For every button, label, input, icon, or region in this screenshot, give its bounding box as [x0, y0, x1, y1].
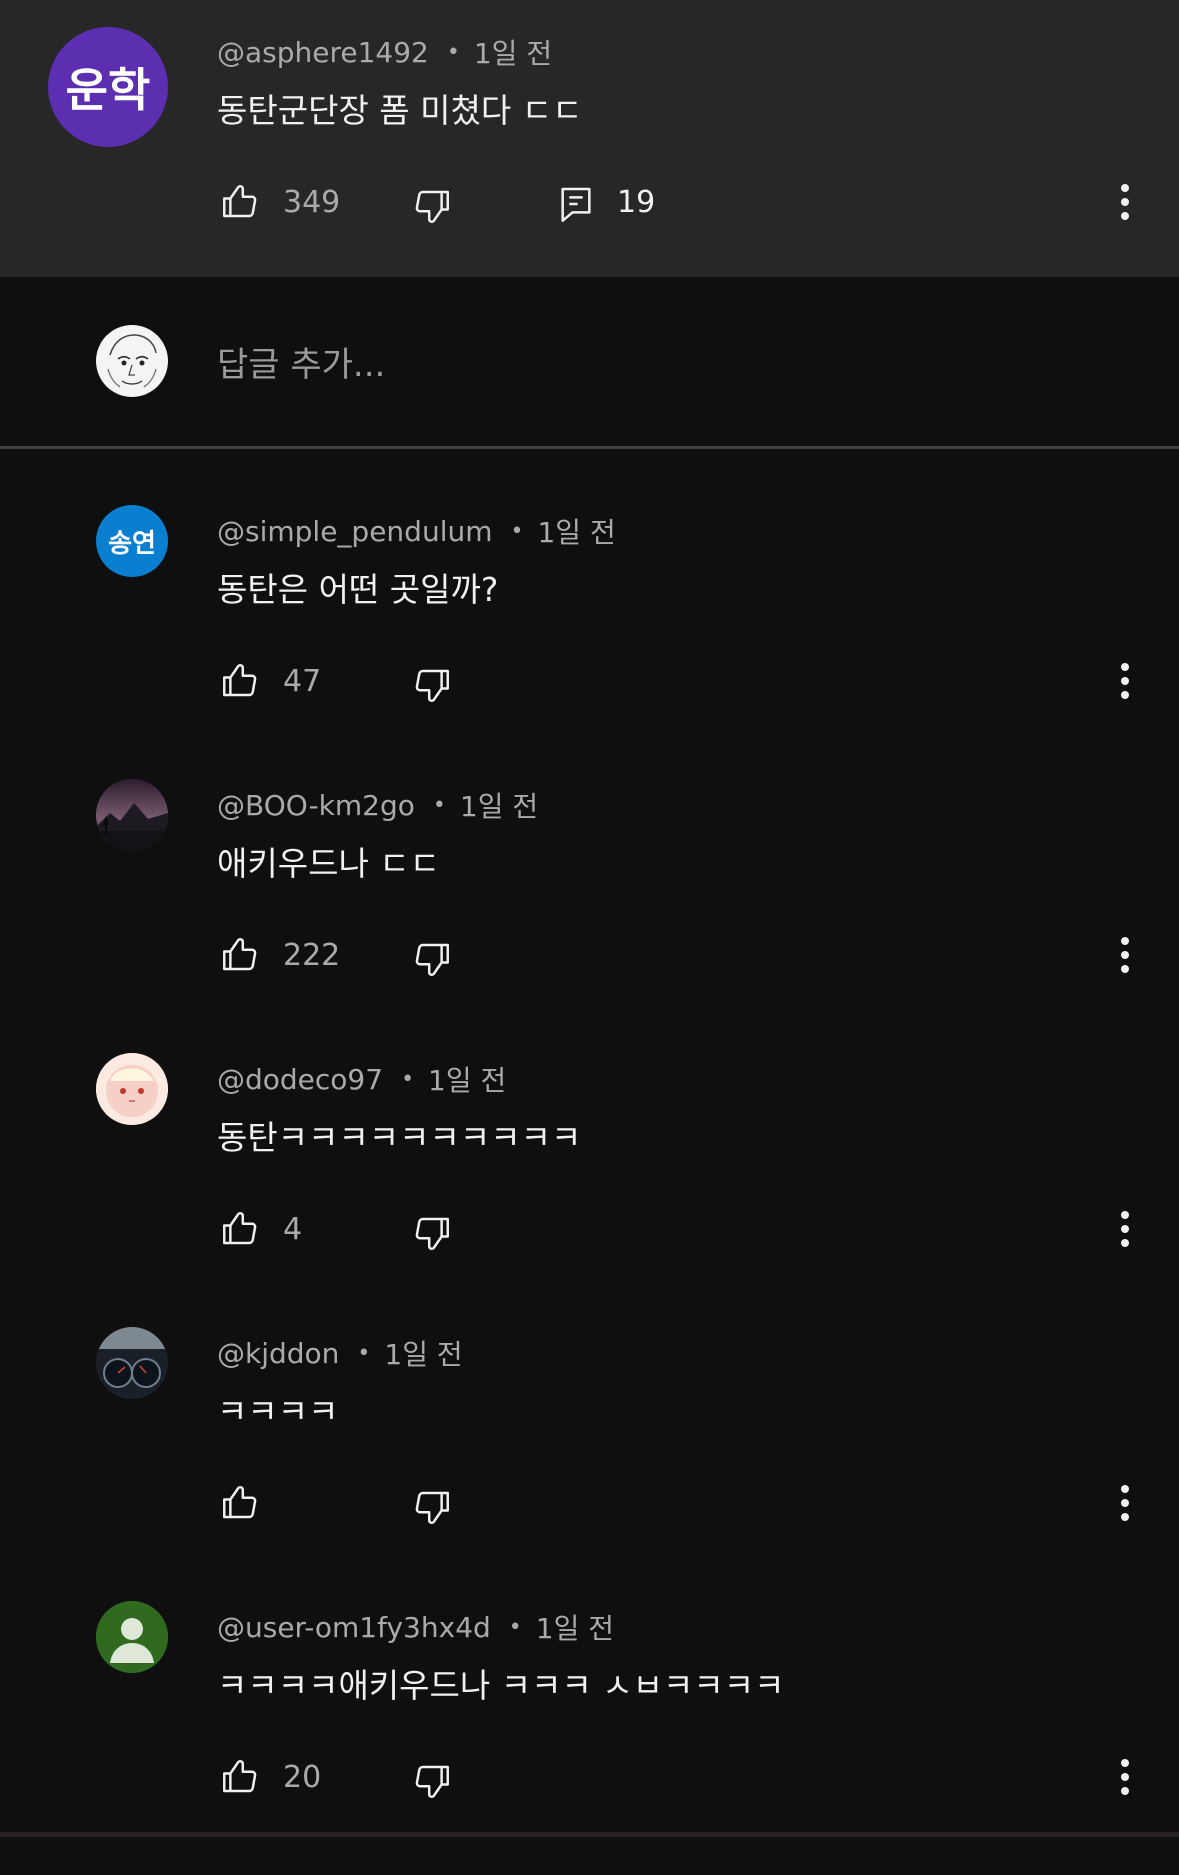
default-user-avatar-icon: [96, 1601, 168, 1673]
thumbs-up-icon: [223, 663, 257, 697]
like-count: 20: [283, 1759, 322, 1795]
comment-time: 1일 전: [459, 790, 539, 823]
comment-actions: 222: [0, 929, 1179, 989]
more-options-button[interactable]: [1099, 1751, 1151, 1803]
thumbs-down-icon: [415, 1217, 449, 1251]
thumbs-up-icon: [223, 1211, 257, 1245]
avatar[interactable]: [96, 779, 168, 851]
comment-text: ㅋㅋㅋㅋ: [217, 1392, 339, 1431]
more-options-button[interactable]: [1099, 176, 1151, 228]
separator-dot: •: [357, 1340, 371, 1366]
comment-icon: [561, 187, 591, 222]
more-options-button[interactable]: [1099, 1203, 1151, 1255]
reply-button[interactable]: [550, 178, 602, 230]
reply-item: @dodeco97 • 1일 전동탄ㅋㅋㅋㅋㅋㅋㅋㅋㅋㅋ 4: [0, 1053, 1179, 1327]
separator-dot: •: [510, 518, 524, 544]
comment-text: 동탄군단장 폼 미쳤다 ㄷㄷ: [217, 91, 583, 130]
comment-time: 1일 전: [535, 1612, 615, 1645]
dislike-button[interactable]: [406, 933, 458, 985]
like-count: 222: [283, 937, 341, 973]
reply-item: 송연 @simple_pendulum • 1일 전동탄은 어떤 곳일까? 47: [0, 505, 1179, 779]
dislike-button[interactable]: [406, 1755, 458, 1807]
comment-author[interactable]: @asphere1492: [217, 36, 429, 69]
like-button[interactable]: [214, 655, 266, 707]
avatar[interactable]: 송연: [96, 505, 168, 577]
dislike-button[interactable]: [406, 1481, 458, 1533]
more-vert-icon: [1121, 1759, 1129, 1795]
thumbs-down-icon: [415, 1765, 449, 1799]
comment-time: 1일 전: [537, 516, 616, 549]
comment-text: 애키우드나 ㄷㄷ: [217, 844, 441, 883]
comment-text: 동탄은 어떤 곳일까?: [217, 570, 499, 609]
comment-author[interactable]: @kjddon: [217, 1337, 339, 1370]
avatar[interactable]: [96, 1327, 168, 1399]
add-reply-bar: 답글 추가...: [0, 277, 1179, 449]
thumbs-down-icon: [415, 943, 449, 977]
next-item-edge: [0, 1832, 1179, 1837]
comment-actions: 4: [0, 1203, 1179, 1263]
like-count: 47: [283, 663, 322, 699]
dislike-button[interactable]: [406, 659, 458, 711]
like-button[interactable]: [214, 1751, 266, 1803]
like-button[interactable]: [214, 1477, 266, 1529]
comment-actions: [0, 1477, 1179, 1537]
more-vert-icon: [1121, 1485, 1129, 1521]
comment-author[interactable]: @simple_pendulum: [217, 515, 493, 548]
comment-text: 동탄ㅋㅋㅋㅋㅋㅋㅋㅋㅋㅋ: [217, 1118, 582, 1157]
separator-dot: •: [401, 1066, 415, 1092]
thumbs-down-icon: [415, 669, 449, 703]
reply-item: @BOO-km2go • 1일 전애키우드나 ㄷㄷ 222: [0, 779, 1179, 1053]
comment-actions: 20: [0, 1751, 1179, 1811]
thumbs-down-icon: [415, 190, 449, 224]
like-button[interactable]: [214, 929, 266, 981]
thumbs-up-icon: [223, 184, 257, 218]
comment-author[interactable]: @user-om1fy3hx4d: [217, 1611, 491, 1644]
avatar[interactable]: [96, 1053, 168, 1125]
more-options-button[interactable]: [1099, 929, 1151, 981]
comment-time: 1일 전: [473, 37, 553, 70]
reply-item: @kjddon • 1일 전 ㅋㅋㅋㅋ: [0, 1327, 1179, 1601]
thumbs-up-icon: [223, 937, 257, 971]
avatar[interactable]: [96, 1601, 168, 1673]
more-vert-icon: [1121, 184, 1129, 220]
comment-time: 1일 전: [428, 1064, 507, 1097]
face-avatar-image: [96, 1053, 168, 1125]
dislike-button[interactable]: [406, 180, 458, 232]
dislike-button[interactable]: [406, 1207, 458, 1259]
like-count: 4: [283, 1211, 303, 1247]
more-vert-icon: [1121, 1211, 1129, 1247]
comment-author[interactable]: @BOO-km2go: [217, 789, 415, 822]
separator-dot: •: [446, 39, 460, 65]
dashboard-avatar-image: [96, 1327, 168, 1399]
thumbs-up-icon: [223, 1485, 257, 1519]
landscape-avatar-image: [96, 779, 168, 851]
comment-actions: 349 19: [0, 176, 1179, 236]
comment-text: ㅋㅋㅋㅋ애키우드나 ㅋㅋㅋ ㅅㅂㅋㅋㅋㅋ: [217, 1666, 785, 1705]
more-options-button[interactable]: [1099, 655, 1151, 707]
thumbs-down-icon: [415, 1491, 449, 1525]
separator-dot: •: [508, 1614, 522, 1640]
more-vert-icon: [1121, 663, 1129, 699]
avatar-initials: 송연: [108, 528, 156, 559]
thumbs-up-icon: [223, 1759, 257, 1793]
reply-count: 19: [617, 184, 656, 220]
like-button[interactable]: [214, 176, 266, 228]
comment-actions: 47: [0, 655, 1179, 715]
comment-author[interactable]: @dodeco97: [217, 1063, 383, 1096]
parent-comment: 운학 @asphere1492 • 1일 전 동탄군단장 폼 미쳤다 ㄷㄷ 34…: [0, 0, 1179, 277]
sketch-face-icon: [97, 326, 167, 396]
more-options-button[interactable]: [1099, 1477, 1151, 1529]
reply-input[interactable]: 답글 추가...: [217, 337, 385, 386]
comment-time: 1일 전: [384, 1338, 463, 1371]
avatar-initials: 운학: [65, 63, 151, 117]
like-button[interactable]: [214, 1203, 266, 1255]
more-vert-icon: [1121, 937, 1129, 973]
separator-dot: •: [432, 792, 446, 818]
like-count: 349: [283, 184, 341, 220]
avatar[interactable]: 운학: [48, 27, 168, 147]
my-avatar: [96, 325, 168, 397]
